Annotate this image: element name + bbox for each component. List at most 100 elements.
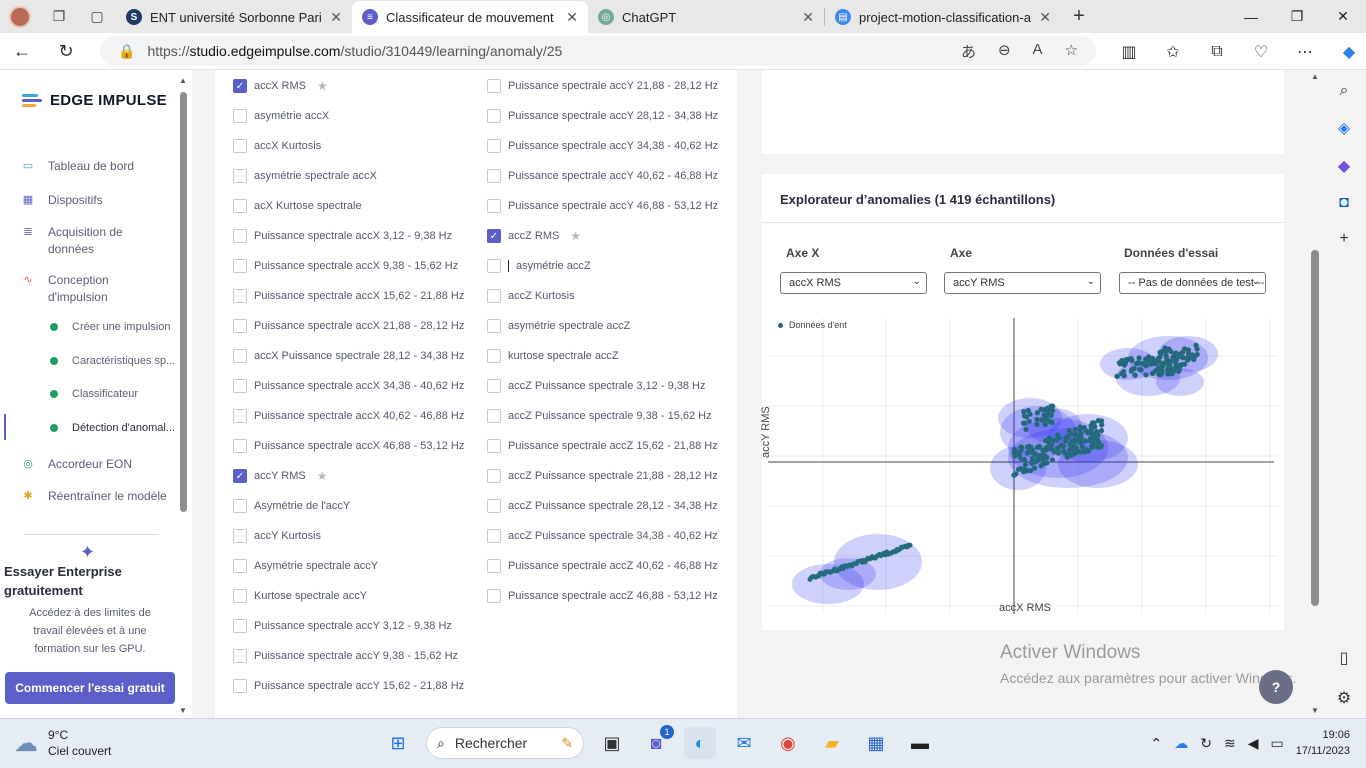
feature-checkbox-row[interactable]: Puissance spectrale accY 9,38 - 15,62 Hz	[233, 649, 458, 663]
battery-icon[interactable]: ▭	[1271, 735, 1284, 752]
feature-checkbox[interactable]	[487, 259, 501, 273]
test-data-select[interactable]: -- Pas de données de test -- ⌄	[1119, 272, 1266, 294]
feature-checkbox-row[interactable]: accX Kurtosis	[233, 139, 321, 153]
outlook-icon[interactable]: ◘	[1339, 194, 1349, 212]
feature-checkbox-row[interactable]: Puissance spectrale accY 3,12 - 9,38 Hz	[233, 619, 452, 633]
feature-checkbox-row[interactable]: accZ Puissance spectrale 28,12 - 34,38 H…	[487, 499, 718, 513]
feature-checkbox[interactable]	[233, 409, 247, 423]
new-tab-button[interactable]: +	[1061, 0, 1097, 33]
teams-chat-icon[interactable]: ◙ 1	[640, 725, 674, 759]
feature-checkbox-row[interactable]: Puissance spectrale accY 28,12 - 34,38 H…	[487, 109, 718, 123]
x-axis-select[interactable]: accX RMS ⌄	[780, 272, 927, 294]
scroll-up-icon[interactable]: ▲	[179, 76, 187, 85]
close-tab-icon[interactable]: ✕	[330, 9, 342, 26]
feature-checkbox[interactable]	[233, 139, 247, 153]
feature-checkbox-row[interactable]: accY Kurtosis	[233, 529, 321, 543]
feature-checkbox-row[interactable]: Puissance spectrale accZ 40,62 - 46,88 H…	[487, 559, 718, 573]
y-axis-select[interactable]: accY RMS ⌄	[944, 272, 1101, 294]
profile-avatar[interactable]	[0, 0, 40, 33]
anomaly-scatter-plot[interactable]	[768, 308, 1278, 620]
weather-widget[interactable]: ☁ 9°C Ciel couvert	[14, 727, 111, 759]
feature-checkbox[interactable]	[233, 229, 247, 243]
feature-checkbox[interactable]	[487, 169, 501, 183]
feature-checkbox-row[interactable]: asymétrie spectrale accZ	[487, 319, 630, 333]
feature-checkbox-row[interactable]: asymétrie accZ	[487, 259, 591, 273]
feature-checkbox-row[interactable]: asymétrie spectrale accX	[233, 169, 377, 183]
feature-checkbox[interactable]	[487, 499, 501, 513]
feature-checkbox[interactable]	[487, 589, 501, 603]
feature-checkbox-row[interactable]: Asymétrie spectrale accY	[233, 559, 378, 573]
feature-checkbox[interactable]	[233, 169, 247, 183]
feature-checkbox[interactable]	[233, 109, 247, 123]
feature-checkbox-row[interactable]: Puissance spectrale accY 15,62 - 21,88 H…	[233, 679, 464, 693]
close-tab-icon[interactable]: ✕	[1039, 9, 1051, 26]
sidebar-item[interactable]: ≣ Acquisition de données	[20, 224, 170, 258]
feature-checkbox-row[interactable]: Puissance spectrale accZ 46,88 - 53,12 H…	[487, 589, 718, 603]
feature-checkbox[interactable]	[487, 379, 501, 393]
store-icon[interactable]: ▦	[860, 727, 892, 759]
feature-checkbox[interactable]	[487, 559, 501, 573]
feature-checkbox[interactable]	[233, 679, 247, 693]
feature-checkbox-row[interactable]: accZ Puissance spectrale 34,38 - 40,62 H…	[487, 529, 718, 543]
sidebar-subitem[interactable]: Caractéristiques sp...	[50, 355, 176, 367]
sidebar-item[interactable]: ∿ Conception d'impulsion	[20, 272, 170, 306]
feature-checkbox-row[interactable]: Puissance spectrale accY 21,88 - 28,12 H…	[487, 79, 718, 93]
edge-impulse-logo[interactable]: EDGE IMPULSE	[22, 92, 167, 109]
plot-legend[interactable]: Données d'ent	[778, 320, 847, 330]
feature-checkbox[interactable]: ✓	[233, 469, 247, 483]
more-icon[interactable]: ⋯	[1286, 42, 1324, 62]
add-icon[interactable]: +	[1339, 230, 1348, 248]
url-field[interactable]: 🔒 https://studio.edgeimpulse.com/studio/…	[100, 36, 1096, 66]
sidebar-item[interactable]: ✱ Réentraîner le modèle	[20, 488, 170, 505]
feature-checkbox-row[interactable]: accZ Kurtosis	[487, 289, 575, 303]
feature-checkbox[interactable]	[233, 349, 247, 363]
browser-tab[interactable]: ▤ project-motion-classification-anc ✕	[825, 1, 1061, 33]
clock[interactable]: 19:06 17/11/2023	[1296, 727, 1350, 759]
collections-icon[interactable]: ⧉	[1198, 43, 1236, 61]
windows-start-icon[interactable]: ⊞	[382, 727, 414, 759]
feature-checkbox[interactable]	[487, 439, 501, 453]
feature-checkbox[interactable]	[233, 259, 247, 273]
feature-checkbox-row[interactable]: accZ Puissance spectrale 9,38 - 15,62 Hz	[487, 409, 712, 423]
zoom-icon[interactable]: ⊖	[998, 41, 1011, 62]
close-tab-icon[interactable]: ✕	[802, 9, 814, 26]
main-scroll-thumb[interactable]	[1311, 250, 1319, 606]
feature-checkbox-row[interactable]: ✓ accY RMS ★	[233, 469, 328, 483]
scroll-down-icon[interactable]: ▼	[179, 706, 187, 715]
feature-checkbox-row[interactable]: Puissance spectrale accX 34,38 - 40,62 H…	[233, 379, 464, 393]
feature-checkbox-row[interactable]: Puissance spectrale accY 34,38 - 40,62 H…	[487, 139, 718, 153]
feature-checkbox-row[interactable]: Puissance spectrale accZ 15,62 - 21,88 H…	[487, 439, 718, 453]
sidebar-subitem[interactable]: Classificateur	[50, 388, 176, 400]
read-aloud-icon[interactable]: A	[1033, 41, 1043, 62]
feature-checkbox[interactable]	[233, 589, 247, 603]
mail-icon[interactable]: ✉	[728, 727, 760, 759]
feature-checkbox[interactable]	[233, 439, 247, 453]
star-icon[interactable]: ★	[570, 229, 581, 243]
feature-checkbox[interactable]	[487, 349, 501, 363]
feature-checkbox[interactable]	[233, 319, 247, 333]
chrome-icon[interactable]: ◉	[772, 727, 804, 759]
feature-checkbox[interactable]	[233, 199, 247, 213]
feature-checkbox-row[interactable]: Asymétrie de l'accY	[233, 499, 350, 513]
star-icon[interactable]: ★	[317, 469, 328, 483]
sidebar-toggle-icon[interactable]: ▯	[1340, 648, 1349, 668]
feature-checkbox[interactable]	[233, 499, 247, 513]
favorite-star-icon[interactable]: ☆	[1065, 41, 1078, 62]
feature-checkbox-row[interactable]: accZ Puissance spectrale 21,88 - 28,12 H…	[487, 469, 718, 483]
feature-checkbox-row[interactable]: ✓ accX RMS ★	[233, 79, 328, 93]
feature-checkbox[interactable]	[487, 409, 501, 423]
sync-icon[interactable]: ↻	[1200, 735, 1212, 752]
start-trial-button[interactable]: Commencer l'essai gratuit	[5, 672, 175, 704]
copilot-icon[interactable]: ◆	[1330, 42, 1366, 62]
feature-checkbox[interactable]	[487, 469, 501, 483]
task-view-icon[interactable]: ▣	[596, 727, 628, 759]
help-button[interactable]: ?	[1259, 670, 1293, 704]
sidebar-scrollbar[interactable]: ▲ ▼	[179, 76, 187, 715]
feature-checkbox-row[interactable]: Puissance spectrale accX 21,88 - 28,12 H…	[233, 319, 464, 333]
chevron-up-icon[interactable]: ⌃	[1151, 735, 1163, 752]
feature-checkbox[interactable]	[233, 529, 247, 543]
edge-browser-icon[interactable]: ◐	[684, 727, 716, 759]
restore-icon[interactable]: ❐	[1274, 0, 1320, 33]
sidebar-scroll-thumb[interactable]	[180, 92, 187, 512]
feature-checkbox[interactable]: ✓	[233, 79, 247, 93]
